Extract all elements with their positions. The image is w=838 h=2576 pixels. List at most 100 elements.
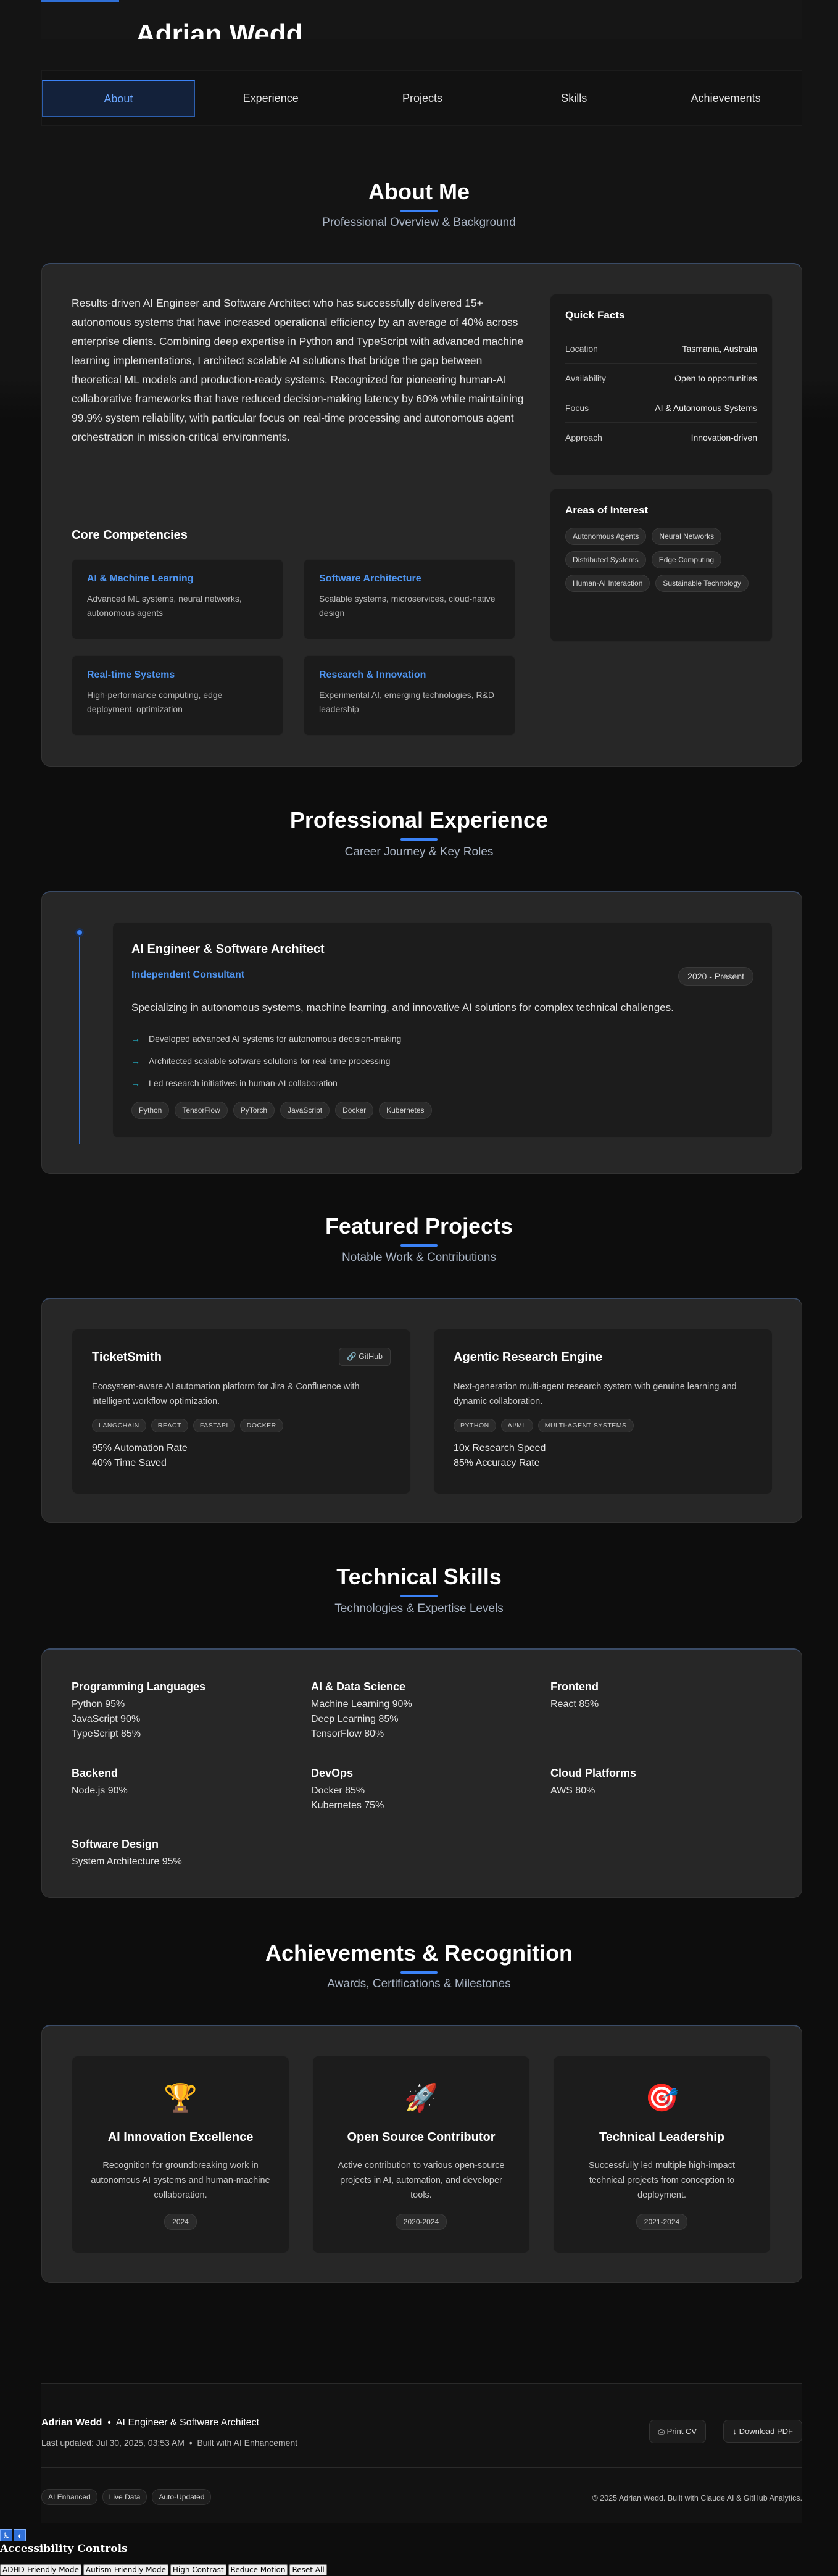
achievement-title: AI Innovation Excellence: [107, 2130, 254, 2144]
project-card[interactable]: TicketSmith 🔗 GitHub Ecosystem-aware AI …: [72, 1329, 411, 1494]
tech-tag: TensorFlow: [175, 1102, 228, 1119]
competency-desc: Scalable systems, microservices, cloud-n…: [319, 594, 496, 618]
quick-fact-row: Availability Open to opportunities: [565, 364, 757, 393]
nav-tab-skills[interactable]: Skills: [498, 80, 650, 117]
github-link-label: GitHub: [359, 1352, 383, 1361]
print-cv-button[interactable]: ⎙ Print CV: [649, 2420, 706, 2443]
footer: Adrian Wedd • AI Engineer & Software Arc…: [41, 2383, 802, 2523]
competency-desc: High-performance computing, edge deploym…: [87, 690, 223, 714]
last-updated: Last updated: Jul 30, 2025, 03:53 AM: [41, 2438, 185, 2448]
role-organization: Independent Consultant: [131, 970, 245, 980]
built-with: Built with AI Enhancement: [197, 2438, 298, 2448]
quick-facts-card: Quick Facts Location Tasmania, Australia …: [550, 294, 773, 475]
quick-fact-row: Focus AI & Autonomous Systems: [565, 393, 757, 423]
skill-item: Docker 85%: [311, 1785, 365, 1796]
skill-group: Programming Languages Python 95% JavaScr…: [72, 1681, 294, 1742]
skill-group: Cloud Platforms AWS 80%: [550, 1767, 773, 1798]
skill-item: TensorFlow 80%: [311, 1729, 384, 1739]
skill-group: AI & Data Science Machine Learning 90% D…: [311, 1681, 533, 1742]
adhd-mode-button[interactable]: ADHD-Friendly Mode: [0, 2564, 81, 2575]
quick-fact-row: Location Tasmania, Australia: [565, 334, 757, 364]
competency-title: Research & Innovation: [319, 670, 426, 680]
arrow-right-icon: →: [131, 1056, 140, 1066]
role-highlights: → Developed advanced AI systems for auton…: [131, 1028, 401, 1094]
nav-tab-projects[interactable]: Projects: [347, 80, 499, 117]
github-link[interactable]: 🔗 GitHub: [339, 1348, 391, 1366]
skills-panel: Programming Languages Python 95% JavaScr…: [41, 1648, 802, 1898]
timeline-line: [79, 928, 80, 1144]
experience-title: Professional Experience: [289, 807, 549, 833]
achievement-title: Open Source Contributor: [347, 2130, 496, 2144]
about-subtitle: Professional Overview & Background: [322, 216, 516, 229]
skills-title-underline: [400, 1595, 438, 1597]
project-description: Next-generation multi-agent research sys…: [454, 1382, 737, 1406]
footer-badges: AI Enhanced Live Data Auto-Updated: [41, 2489, 212, 2505]
interest-tag: Human-AI Interaction: [565, 575, 650, 592]
nav-tab-about[interactable]: About: [42, 80, 195, 117]
status-badge: Live Data: [102, 2489, 147, 2505]
project-metric: 10x Research Speed: [454, 1443, 546, 1453]
reduce-motion-button[interactable]: Reduce Motion: [228, 2564, 288, 2575]
highlight-text: Architected scalable software solutions …: [149, 1056, 391, 1066]
dot-separator: •: [184, 2438, 197, 2448]
competency-desc: Advanced ML systems, neural networks, au…: [87, 594, 242, 618]
project-tag: REACT: [151, 1419, 188, 1432]
list-item: → Architected scalable software solutions…: [131, 1050, 401, 1072]
contrast-icon[interactable]: ◐: [14, 2529, 26, 2541]
section-nav: About Experience Projects Skills Achieve…: [41, 70, 802, 126]
project-card[interactable]: Agentic Research Engine Next-generation …: [433, 1329, 773, 1494]
target-icon: 🎯: [645, 2083, 679, 2113]
projects-title-underline: [400, 1244, 438, 1247]
tech-tag: Docker: [335, 1102, 374, 1119]
skills-title: Technical Skills: [336, 1564, 502, 1589]
status-badge: AI Enhanced: [41, 2489, 97, 2505]
achievement-card: 🏆 AI Innovation Excellence Recognition f…: [72, 2056, 289, 2253]
about-summary: Results-driven AI Engineer and Software …: [72, 297, 524, 443]
timeline-dot: [75, 928, 84, 937]
dot-separator: •: [102, 2417, 116, 2428]
project-metric: 40% Time Saved: [92, 1458, 167, 1468]
competency-card: Software Architecture Scalable systems, …: [304, 559, 515, 639]
skill-item: Node.js 90%: [72, 1785, 128, 1796]
nav-tab-achievements[interactable]: Achievements: [650, 80, 802, 117]
interest-tag: Autonomous Agents: [565, 528, 647, 545]
achievements-subtitle: Awards, Certifications & Milestones: [327, 1977, 511, 1990]
nav-tab-experience[interactable]: Experience: [195, 80, 347, 117]
tech-tag: Python: [131, 1102, 170, 1119]
achievement-desc: Successfully led multiple high-impact te…: [589, 2161, 735, 2200]
skill-item: Kubernetes 75%: [311, 1800, 384, 1811]
fact-key: Focus: [565, 402, 589, 413]
skill-group-title: AI & Data Science: [311, 1681, 406, 1693]
project-tag: DOCKER: [239, 1419, 283, 1432]
projects-title: Featured Projects: [325, 1213, 513, 1239]
accessibility-icon[interactable]: ♿: [0, 2529, 12, 2541]
achievement-card: 🎯 Technical Leadership Successfully led …: [553, 2056, 771, 2253]
fact-value: Innovation-driven: [691, 433, 757, 442]
skill-item: Python 95%: [72, 1699, 125, 1710]
link-icon: 🔗: [347, 1352, 359, 1361]
achievement-title: Technical Leadership: [599, 2130, 725, 2144]
experience-subtitle: Career Journey & Key Roles: [344, 846, 494, 858]
reset-all-button[interactable]: Reset All: [289, 2564, 327, 2575]
download-icon: ↓: [732, 2427, 739, 2436]
projects-subtitle: Notable Work & Contributions: [342, 1251, 496, 1264]
download-pdf-button[interactable]: ↓ Download PDF: [723, 2420, 802, 2443]
status-badge: Auto-Updated: [152, 2489, 212, 2505]
high-contrast-button[interactable]: High Contrast: [170, 2564, 226, 2575]
fact-key: Location: [565, 343, 598, 354]
achievement-year-badge: 2024: [164, 2214, 197, 2230]
experience-panel: AI Engineer & Software Architect Indepen…: [41, 891, 802, 1174]
tech-tag: PyTorch: [233, 1102, 275, 1119]
competency-title: Real-time Systems: [87, 670, 175, 680]
project-description: Ecosystem-aware AI automation platform f…: [92, 1382, 360, 1406]
skill-group-title: Programming Languages: [72, 1681, 206, 1693]
fact-key: Availability: [565, 373, 606, 383]
autism-mode-button[interactable]: Autism-Friendly Mode: [83, 2564, 168, 2575]
accessibility-icons: ♿ ◐: [0, 2529, 26, 2541]
achievement-year-badge: 2021-2024: [636, 2214, 688, 2230]
experience-card: AI Engineer & Software Architect Indepen…: [112, 922, 773, 1138]
skill-item: TypeScript 85%: [72, 1729, 141, 1739]
role-description: Specializing in autonomous systems, mach…: [131, 1002, 674, 1013]
achievements-title-underline: [400, 1971, 438, 1974]
hero-header: Adrian Wedd: [41, 0, 802, 39]
